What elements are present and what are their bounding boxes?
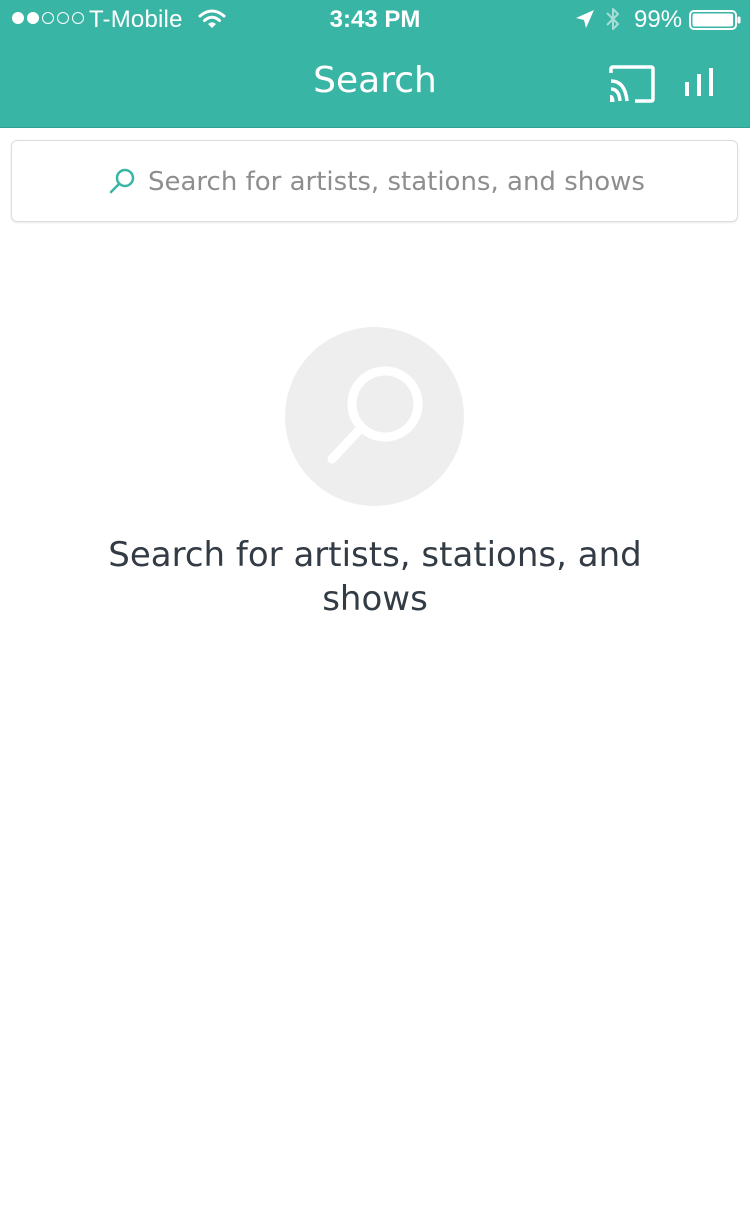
location-arrow-icon bbox=[576, 10, 594, 28]
equalizer-icon[interactable] bbox=[680, 64, 720, 100]
search-screen: T-Mobile 3:43 PM 99% Search Search for a… bbox=[0, 0, 750, 1210]
empty-state-message: Search for artists, stations, and shows bbox=[108, 535, 642, 619]
search-icon bbox=[327, 366, 423, 464]
battery-icon bbox=[689, 10, 741, 30]
search-input[interactable] bbox=[148, 161, 708, 203]
battery-percent: 99% bbox=[634, 6, 683, 33]
search-bar[interactable] bbox=[11, 140, 738, 222]
status-bar: T-Mobile 3:43 PM 99% bbox=[0, 0, 750, 40]
search-icon bbox=[109, 168, 135, 194]
bluetooth-icon bbox=[606, 8, 619, 30]
header: T-Mobile 3:43 PM 99% Search bbox=[0, 0, 750, 128]
empty-state-circle bbox=[285, 327, 464, 506]
cast-icon[interactable] bbox=[607, 63, 659, 105]
nav-bar: Search bbox=[0, 40, 750, 127]
